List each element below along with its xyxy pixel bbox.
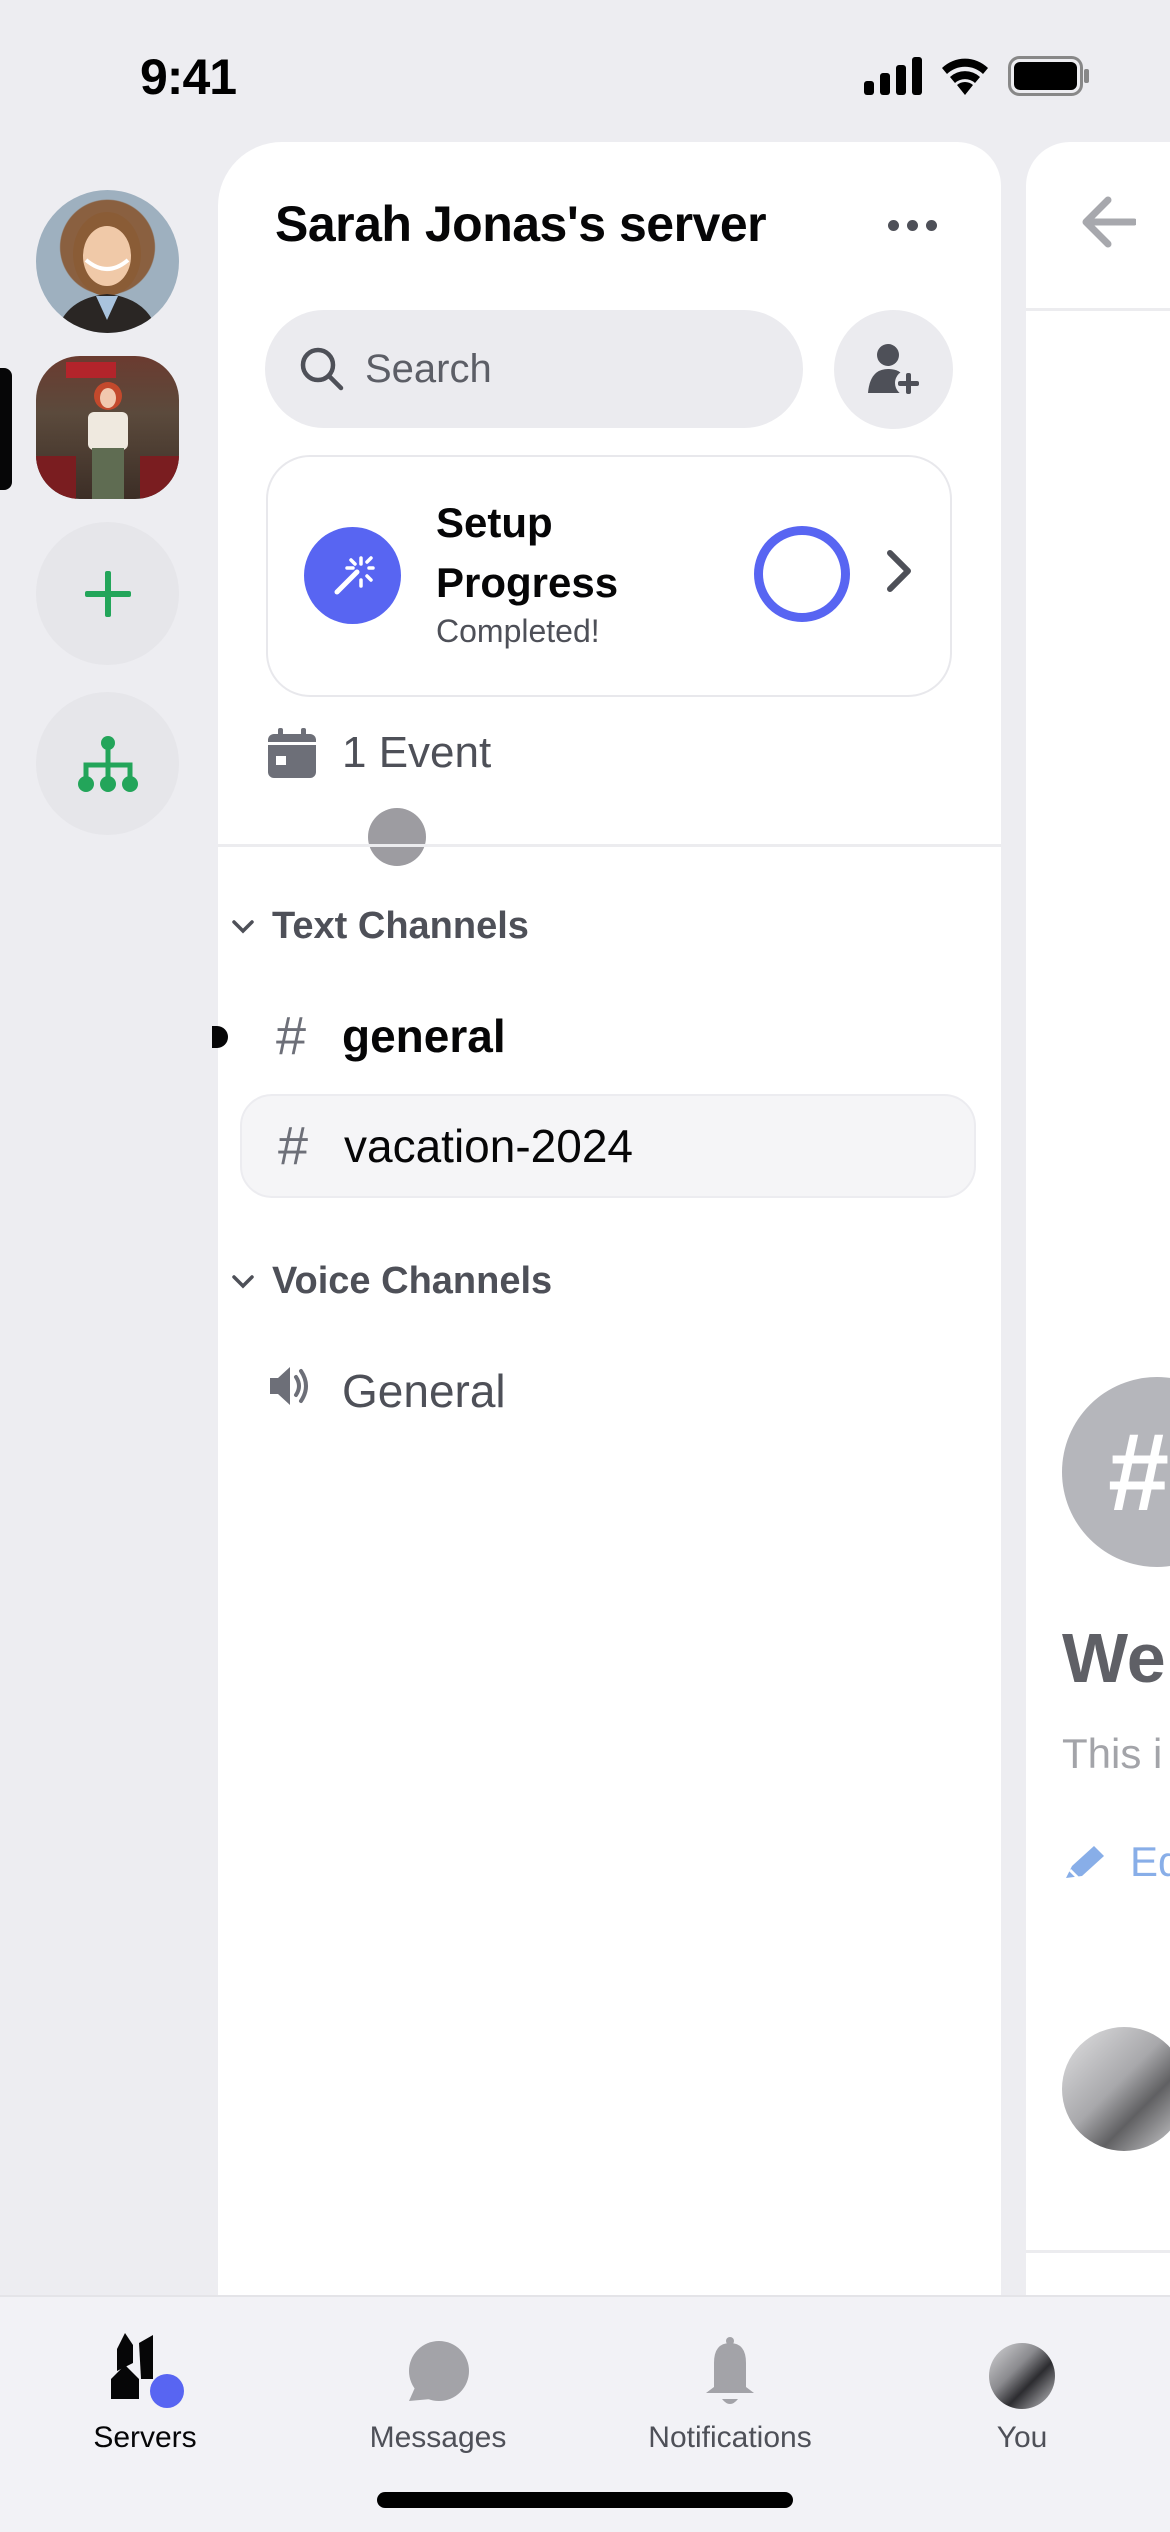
preview-header-divider	[1026, 308, 1170, 311]
home-indicator[interactable]	[377, 2492, 793, 2508]
status-time: 9:41	[140, 49, 237, 105]
arrow-left-icon	[1082, 196, 1138, 248]
status-icons	[864, 56, 1090, 96]
more-dot	[906, 219, 918, 231]
tab-label: Notifications	[648, 2421, 812, 2454]
chevron-down-icon	[232, 919, 254, 933]
server-avatar-selected[interactable]	[36, 356, 179, 499]
wifi-icon	[942, 58, 988, 95]
calendar-icon	[268, 728, 316, 778]
category-label: Voice Channels	[272, 1260, 553, 1302]
avatar	[989, 2327, 1055, 2409]
more-dot	[925, 219, 937, 231]
selected-server-indicator	[0, 368, 12, 490]
category-voice-channels[interactable]: Voice Channels	[232, 1260, 552, 1303]
person-avatar-icon	[56, 212, 158, 333]
server-avatar-sarah[interactable]	[36, 190, 179, 333]
text-channel-icon: #	[275, 1006, 307, 1066]
messages-icon	[405, 2327, 471, 2409]
channel-name: General	[342, 1365, 506, 1417]
setup-progress-card[interactable]: Setup Progress Completed!	[266, 455, 952, 697]
setup-progress-title: Setup Progress	[436, 499, 619, 606]
search-icon	[300, 347, 344, 391]
text-channel-icon: #	[277, 1116, 309, 1176]
channel-name: general	[342, 1010, 506, 1062]
tab-notifications[interactable]: Notifications	[605, 2327, 855, 2455]
preview-bottom-divider	[1026, 2250, 1170, 2253]
signal-icon	[864, 57, 922, 95]
plus-icon	[84, 570, 131, 617]
edit-channel-link[interactable]: Ed	[1062, 1838, 1170, 1886]
tab-you[interactable]: You	[897, 2327, 1147, 2455]
server-image-icon	[36, 362, 179, 499]
category-label: Text Channels	[272, 905, 529, 947]
directory-icon	[77, 735, 138, 792]
speaker-icon	[268, 1360, 314, 1422]
tab-messages[interactable]: Messages	[313, 2327, 563, 2455]
more-options-button[interactable]	[880, 210, 944, 240]
add-user-icon	[867, 343, 921, 396]
battery-icon	[1008, 56, 1089, 96]
search-placeholder: Search	[365, 346, 492, 391]
hash-icon: #	[1108, 1410, 1170, 1534]
bell-icon	[700, 2327, 760, 2409]
tab-label: Servers	[93, 2421, 197, 2454]
voice-channel-general[interactable]: General	[240, 1339, 976, 1443]
pencil-icon	[1066, 1846, 1104, 1880]
setup-icon-badge	[304, 527, 401, 624]
invite-members-button[interactable]	[834, 310, 953, 429]
tab-label: You	[996, 2421, 1048, 2454]
touch-indicator	[368, 808, 426, 866]
app-screen: 9:41 # We This i Ed Sarah Jonas's server…	[0, 0, 1170, 2532]
servers-icon	[95, 2327, 195, 2409]
category-text-channels[interactable]: Text Channels	[232, 905, 529, 948]
channel-preview-panel[interactable]	[1026, 142, 1170, 2302]
setup-progress-status: Completed!	[436, 613, 600, 649]
channel-name: vacation-2024	[344, 1120, 633, 1172]
tab-servers[interactable]: Servers	[20, 2327, 270, 2455]
explore-servers-button[interactable]	[36, 692, 179, 835]
welcome-heading: Wel	[1062, 1619, 1170, 1697]
channel-general[interactable]: # general	[240, 984, 976, 1088]
events-label: 1 Event	[342, 728, 492, 777]
welcome-description: This i	[1062, 1730, 1163, 1777]
progress-ring	[754, 526, 850, 622]
magic-wand-icon	[334, 555, 375, 594]
add-server-button[interactable]	[36, 522, 179, 665]
events-link[interactable]: 1 Event	[268, 728, 491, 778]
search-input[interactable]: Search	[265, 310, 803, 428]
section-divider	[218, 844, 1001, 847]
channel-vacation-2024[interactable]: # vacation-2024	[240, 1094, 976, 1198]
more-dot	[887, 219, 899, 231]
tab-label: Messages	[369, 2421, 507, 2454]
back-button[interactable]	[1080, 196, 1138, 253]
chevron-right-icon	[886, 549, 912, 598]
chevron-down-icon	[232, 1274, 254, 1288]
edit-channel-label: Ed	[1130, 1838, 1170, 1885]
server-title[interactable]: Sarah Jonas's server	[275, 195, 767, 253]
